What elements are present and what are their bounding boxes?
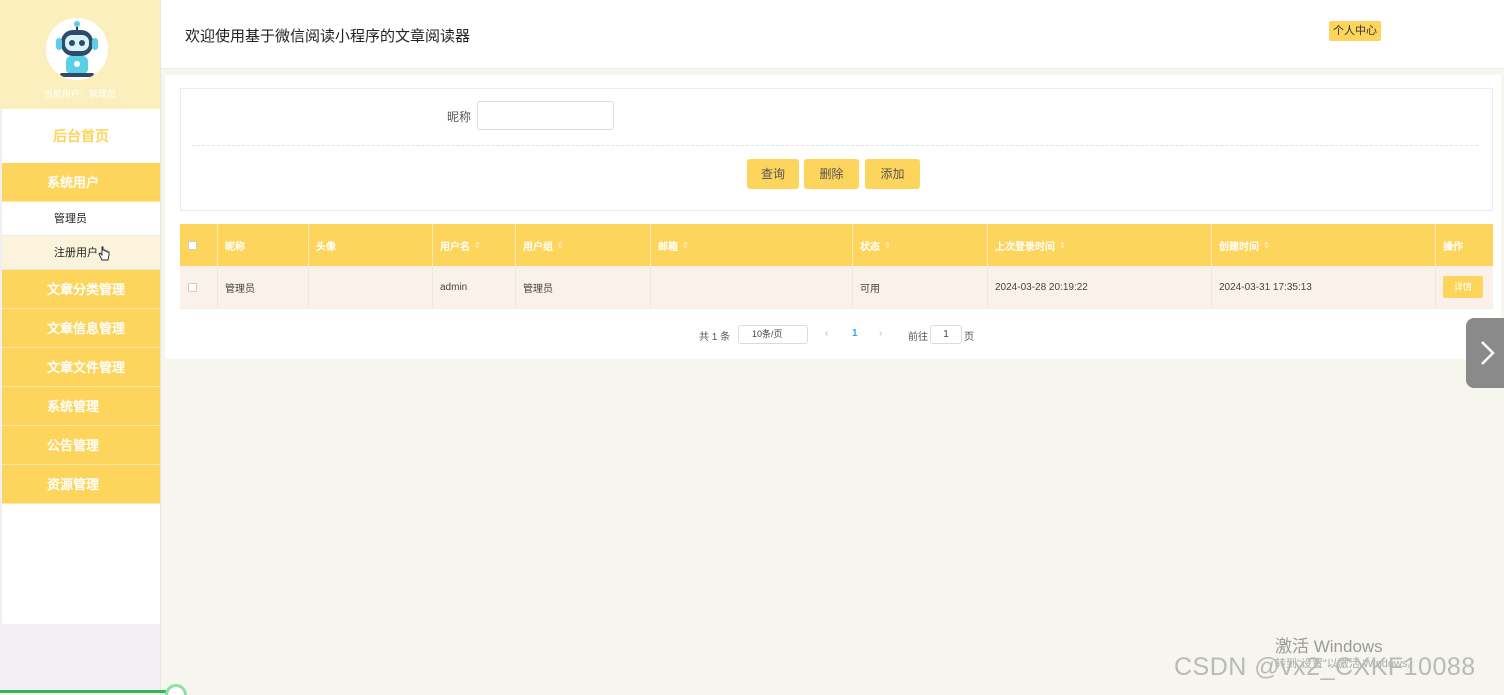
nickname-input[interactable]: [477, 101, 614, 130]
row-checkbox[interactable]: [188, 282, 197, 292]
total-count: 共 1 条: [699, 332, 731, 343]
hand-cursor-icon: [98, 246, 110, 261]
sidebar-menu: 后台首页 系统用户 管理员 注册用户 文章分类管理 文章信息管理 文章文件管理 …: [2, 109, 160, 624]
cell-created: 2024-03-31 17:35:13: [1212, 266, 1436, 308]
nickname-label: 昵称: [447, 110, 472, 124]
table-row[interactable]: 管理员 admin 管理员 可用 2024-03-28 20:19:22 202…: [180, 266, 1493, 309]
column-header[interactable]: 创建时间 ⇕: [1212, 224, 1436, 266]
progress-bar: [0, 690, 170, 693]
page-size-select[interactable]: 10条/页: [738, 325, 808, 344]
sidebar-group-system-manage[interactable]: 系统管理: [2, 387, 160, 426]
page-title: 欢迎使用基于微信阅读小程序的文章阅读器: [185, 28, 471, 45]
sidebar-group-article-file[interactable]: 文章文件管理: [2, 348, 160, 387]
delete-button[interactable]: 删除: [804, 159, 859, 189]
sidebar-group-article-info[interactable]: 文章信息管理: [2, 309, 160, 348]
sort-icon[interactable]: ⇕: [1059, 241, 1066, 250]
cell-last-login: 2024-03-28 20:19:22: [988, 266, 1212, 308]
next-page-icon[interactable]: ›: [879, 328, 882, 339]
column-header[interactable]: 头像: [309, 224, 433, 266]
goto-page-input[interactable]: 1: [930, 325, 962, 344]
cell-group: 管理员: [516, 266, 651, 308]
pagination: 共 1 条 10条/页 ‹ 1 › 前往 1 页: [165, 325, 1501, 345]
top-bar: 欢迎使用基于微信阅读小程序的文章阅读器 个人中心: [161, 0, 1504, 69]
main-content: 昵称 查询 删除 添加 昵称 头像 用户名 ⇕ 用户组 ⇕ 邮箱 ⇕ 状态 ⇕ 上次登录…: [165, 75, 1501, 359]
detail-button[interactable]: 详情: [1443, 276, 1483, 298]
cell-username: admin: [433, 266, 516, 308]
sidebar-item-label: 注册用户: [54, 247, 98, 259]
sidebar-group-article-category[interactable]: 文章分类管理: [2, 270, 160, 309]
column-header[interactable]: 状态 ⇕: [853, 224, 988, 266]
current-user-label: 当前用户：管理员: [43, 89, 116, 99]
add-button[interactable]: 添加: [865, 159, 920, 189]
next-panel-button[interactable]: [1466, 318, 1504, 388]
sort-icon[interactable]: ⇕: [474, 241, 481, 250]
select-all-checkbox[interactable]: [188, 240, 197, 250]
avatar[interactable]: [46, 18, 108, 80]
csdn-watermark: CSDN @vx2_CXKF10088: [1174, 653, 1476, 681]
sidebar-item-registered-users[interactable]: 注册用户: [2, 236, 160, 270]
sidebar-group-system-users[interactable]: 系统用户: [2, 163, 160, 202]
sidebar-item-home[interactable]: 后台首页: [2, 109, 160, 163]
cell-action: 详情: [1436, 266, 1493, 308]
page-number[interactable]: 1: [852, 328, 858, 339]
column-header[interactable]: 上次登录时间 ⇕: [988, 224, 1212, 266]
sidebar-group-resource[interactable]: 资源管理: [2, 465, 160, 504]
sidebar-item-admin[interactable]: 管理员: [2, 202, 160, 236]
column-header[interactable]: 用户组 ⇕: [516, 224, 651, 266]
column-header[interactable]: 用户名 ⇕: [433, 224, 516, 266]
progress-handle[interactable]: [165, 684, 187, 695]
cell-status: 可用: [853, 266, 988, 308]
select-all-cell: [180, 224, 218, 266]
users-table: 昵称 头像 用户名 ⇕ 用户组 ⇕ 邮箱 ⇕ 状态 ⇕ 上次登录时间 ⇕ 创建时间 ⇕ 操作…: [180, 224, 1493, 309]
sidebar: 当前用户：管理员 后台首页 系统用户 管理员 注册用户 文章分类管理 文章信息管…: [0, 0, 161, 695]
sort-icon[interactable]: ⇕: [557, 241, 564, 250]
sort-icon[interactable]: ⇕: [884, 241, 891, 250]
goto-label: 前往: [908, 332, 928, 343]
query-button[interactable]: 查询: [747, 159, 799, 189]
page-unit-label: 页: [964, 332, 974, 343]
table-header: 昵称 头像 用户名 ⇕ 用户组 ⇕ 邮箱 ⇕ 状态 ⇕ 上次登录时间 ⇕ 创建时间 ⇕ 操作: [180, 224, 1493, 266]
cell-email: [651, 266, 853, 308]
cell-nickname: 管理员: [218, 266, 309, 308]
sidebar-header: 当前用户：管理员: [0, 0, 160, 109]
divider: [192, 145, 1478, 146]
column-header: 操作: [1443, 241, 1463, 253]
chevron-right-icon: [1481, 341, 1495, 365]
cell-avatar: [309, 266, 433, 308]
sort-icon[interactable]: ⇕: [682, 241, 689, 250]
robot-avatar-icon: [46, 18, 108, 80]
sort-icon[interactable]: ⇕: [1263, 241, 1270, 250]
search-panel: 昵称 查询 删除 添加: [180, 88, 1493, 211]
profile-button[interactable]: 个人中心: [1329, 21, 1381, 41]
column-header[interactable]: 邮箱 ⇕: [651, 224, 853, 266]
column-header[interactable]: 昵称: [218, 224, 309, 266]
row-select-cell: [180, 266, 218, 308]
prev-page-icon[interactable]: ‹: [825, 328, 828, 339]
sidebar-group-notice[interactable]: 公告管理: [2, 426, 160, 465]
